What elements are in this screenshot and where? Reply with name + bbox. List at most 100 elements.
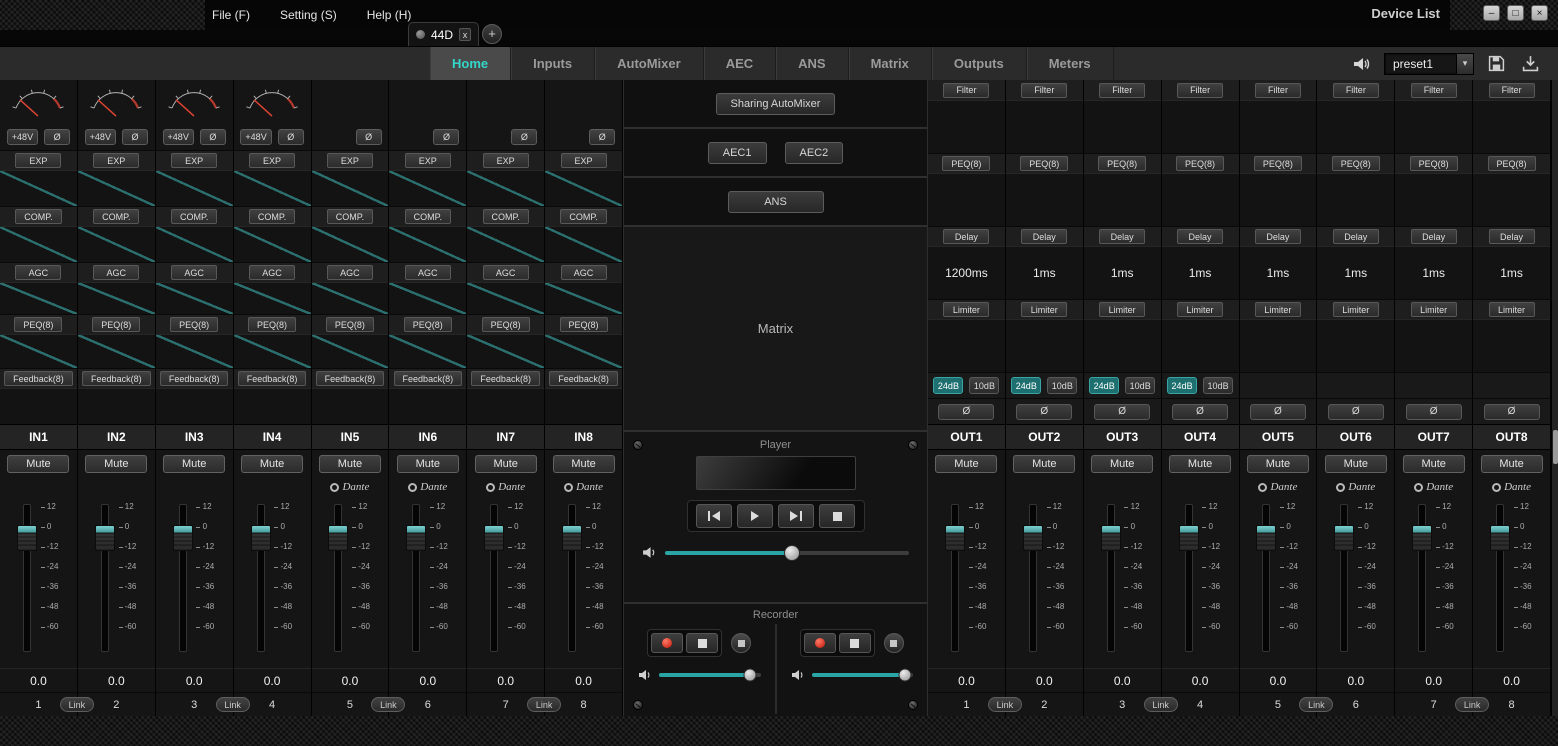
peq-graph[interactable] [1317,173,1394,226]
gain-fader[interactable] [1107,504,1115,652]
expander-button[interactable]: EXP [93,153,139,168]
delay-button[interactable]: Delay [1489,229,1535,244]
play-button[interactable] [737,504,773,528]
fader-cap[interactable] [328,525,348,551]
limiter-graph[interactable] [928,319,1005,372]
peq-button[interactable]: PEQ(8) [326,317,374,332]
phase-invert-button[interactable]: Ø [938,404,994,420]
speaker-icon[interactable] [642,546,657,559]
link-button[interactable]: Link [1299,697,1333,712]
filter-graph[interactable] [1006,100,1083,153]
agc-graph[interactable] [389,282,466,314]
link-button[interactable]: Link [216,697,250,712]
feedback-graph[interactable] [312,388,389,424]
peq-graph[interactable] [1084,173,1161,226]
mute-button[interactable]: Mute [85,455,147,473]
limiter-button[interactable]: Limiter [1021,302,1067,317]
peq-graph[interactable] [1473,173,1550,226]
agc-button[interactable]: AGC [327,265,373,280]
agc-graph[interactable] [234,282,311,314]
link-button[interactable]: Link [371,697,405,712]
filter-graph[interactable] [1240,100,1317,153]
expander-graph[interactable] [545,170,622,206]
peq-graph[interactable] [156,334,233,368]
chevron-down-icon[interactable]: ▾ [1456,54,1473,74]
device-tab-close-button[interactable]: x [459,28,471,41]
link-button[interactable]: Link [60,697,94,712]
gain-fader[interactable] [334,504,342,652]
preset-select[interactable]: preset1 ▾ [1384,53,1474,75]
compressor-button[interactable]: COMP. [15,209,61,224]
fader-cap[interactable] [1334,525,1354,551]
expander-graph[interactable] [389,170,466,206]
filter-button[interactable]: Filter [1411,83,1457,98]
stop-button[interactable] [686,633,718,653]
peq-graph[interactable] [1240,173,1317,226]
gain-fader[interactable] [1496,504,1504,652]
fader-cap[interactable] [251,525,271,551]
phase-invert-button[interactable]: Ø [356,129,382,145]
agc-button[interactable]: AGC [561,265,607,280]
gain-fader[interactable] [490,504,498,652]
agc-graph[interactable] [312,282,389,314]
phase-invert-button[interactable]: Ø [433,129,459,145]
filter-button[interactable]: Filter [1177,83,1223,98]
device-list-button[interactable]: Device List [1371,6,1440,21]
feedback-button[interactable]: Feedback(8) [394,371,463,386]
peq-graph[interactable] [545,334,622,368]
limiter-button[interactable]: Limiter [1333,302,1379,317]
peq-button[interactable]: PEQ(8) [942,156,990,171]
matrix-panel[interactable]: Matrix [624,227,927,432]
gain-24db-button[interactable]: 24dB [1089,377,1119,394]
expander-button[interactable]: EXP [561,153,607,168]
speaker-icon[interactable] [638,669,652,681]
player-volume-slider[interactable] [665,551,909,555]
recorder-volume-slider[interactable] [659,673,761,677]
limiter-graph[interactable] [1240,319,1317,372]
agc-graph[interactable] [467,282,544,314]
compressor-button[interactable]: COMP. [327,209,373,224]
phase-invert-button[interactable]: Ø [589,129,615,145]
gain-10db-button[interactable]: 10dB [1047,377,1077,394]
limiter-graph[interactable] [1162,319,1239,372]
expander-graph[interactable] [156,170,233,206]
recorder-volume-slider[interactable] [812,673,914,677]
compressor-button[interactable]: COMP. [171,209,217,224]
peq-graph[interactable] [1006,173,1083,226]
gain-10db-button[interactable]: 10dB [969,377,999,394]
nav-tab[interactable]: Meters [1027,47,1114,80]
file-button[interactable] [884,633,904,653]
mute-button[interactable]: Mute [397,455,459,473]
next-track-button[interactable] [778,504,814,528]
feedback-button[interactable]: Feedback(8) [238,371,307,386]
phantom-power-button[interactable]: +48V [85,129,116,145]
peq-button[interactable]: PEQ(8) [482,317,530,332]
filter-button[interactable]: Filter [1255,83,1301,98]
peq-button[interactable]: PEQ(8) [14,317,62,332]
compressor-graph[interactable] [234,226,311,262]
filter-button[interactable]: Filter [1489,83,1535,98]
filter-button[interactable]: Filter [943,83,989,98]
mute-button[interactable]: Mute [163,455,225,473]
mute-button[interactable]: Mute [1169,455,1231,473]
agc-button[interactable]: AGC [15,265,61,280]
mute-button[interactable]: Mute [1481,455,1543,473]
limiter-button[interactable]: Limiter [1099,302,1145,317]
agc-button[interactable]: AGC [483,265,529,280]
compressor-graph[interactable] [312,226,389,262]
mute-button[interactable]: Mute [935,455,997,473]
gain-24db-button[interactable]: 24dB [933,377,963,394]
peq-button[interactable]: PEQ(8) [92,317,140,332]
delay-button[interactable]: Delay [1099,229,1145,244]
phantom-power-button[interactable]: +48V [163,129,194,145]
compressor-button[interactable]: COMP. [483,209,529,224]
gain-fader[interactable] [257,504,265,652]
gain-24db-button[interactable]: 24dB [1167,377,1197,394]
nav-tab[interactable]: AutoMixer [595,47,704,80]
maximize-button[interactable]: □ [1507,5,1524,21]
compressor-graph[interactable] [467,226,544,262]
peq-button[interactable]: PEQ(8) [170,317,218,332]
gain-fader[interactable] [1185,504,1193,652]
feedback-graph[interactable] [545,388,622,424]
feedback-button[interactable]: Feedback(8) [4,371,73,386]
